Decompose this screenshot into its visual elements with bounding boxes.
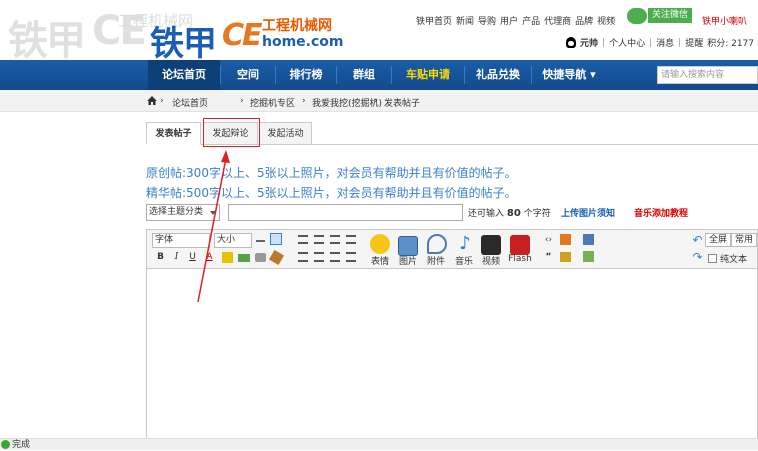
check-icon <box>1 440 10 449</box>
crumb-sep-icon: › <box>160 96 164 106</box>
emoticon-label[interactable]: 表情 <box>368 254 392 267</box>
follow-wechat-button[interactable]: 关注微信 <box>648 8 693 23</box>
quote-icon[interactable]: “ <box>542 251 555 264</box>
music-note-icon[interactable]: ♪ <box>455 234 475 254</box>
music-tutorial-link[interactable]: 音乐添加教程 <box>634 206 688 219</box>
remain-suffix: 个字符 <box>523 209 551 219</box>
top-link-home[interactable]: 铁甲首页 <box>416 14 452 27</box>
undo-icon[interactable]: ↶ <box>691 234 704 247</box>
message-link[interactable]: 消息 <box>656 36 674 49</box>
font-select-label: 字体 <box>155 235 174 245</box>
user-name[interactable]: 元帅 <box>580 36 598 49</box>
nav-forum-home[interactable]: 论坛首页 <box>148 60 220 90</box>
remind-link[interactable]: 提醒 <box>685 36 703 49</box>
video-icon[interactable] <box>481 235 501 255</box>
nav-ranking[interactable]: 排行榜 <box>276 60 336 90</box>
remain-prefix: 还可输入 <box>468 209 505 219</box>
align-right-icon[interactable] <box>330 235 340 244</box>
top-link-news[interactable]: 新闻 <box>456 14 474 27</box>
user-bar: 元帅 | 个人中心 | 消息 | 提醒 积分: 2177 <box>566 36 754 49</box>
flash-label[interactable]: Flash <box>506 254 534 264</box>
nav-sticker-apply[interactable]: 车贴申请 <box>392 60 464 90</box>
redo-icon[interactable]: ↷ <box>691 251 704 264</box>
crumb-love-excavator[interactable]: 我爱我挖(挖掘机) <box>312 96 382 109</box>
music-label[interactable]: 音乐 <box>452 254 476 267</box>
wechat-icon <box>627 8 647 24</box>
nav-gift-exchange[interactable]: 礼品兑换 <box>465 60 531 90</box>
nav-space[interactable]: 空间 <box>221 60 275 90</box>
top-link-user[interactable]: 用户 <box>500 14 518 27</box>
free-icon[interactable] <box>583 251 594 262</box>
crumb-post: 发表帖子 <box>384 99 421 109</box>
site-logo[interactable]: 铁甲 <box>150 16 217 65</box>
hide-icon[interactable] <box>560 234 571 245</box>
title-input[interactable] <box>228 204 463 221</box>
logo-cn-text: 工程机械网 <box>262 18 332 34</box>
plain-text-label[interactable]: 纯文本 <box>720 252 747 265</box>
common-button[interactable]: 常用 <box>731 233 758 247</box>
chevron-down-icon: ▾ <box>590 68 596 81</box>
ordered-list-icon[interactable] <box>330 252 340 262</box>
qq-icon <box>566 37 576 48</box>
status-bar: 完成 <box>0 438 758 450</box>
emoticon-icon[interactable] <box>370 234 390 254</box>
video-label[interactable]: 视频 <box>479 254 503 267</box>
top-link-brand[interactable]: 品牌 <box>575 14 593 27</box>
user-center-link[interactable]: 个人中心 <box>609 36 645 49</box>
logo-ce: CE <box>222 18 262 53</box>
crumb-forum-home[interactable]: 论坛首页 <box>172 96 208 109</box>
crumb-sep-icon: › <box>302 96 306 106</box>
crumb-excavator-zone[interactable]: 挖掘机专区 <box>250 96 295 109</box>
search-input[interactable]: 请输入搜索内容 <box>657 66 758 84</box>
nav-quick-label: 快捷导航 <box>542 68 587 81</box>
top-links: 铁甲首页 新闻 导购 用户 产品 代理商 品牌 视频 <box>416 14 615 27</box>
align-justify-icon[interactable] <box>346 235 356 244</box>
image-label[interactable]: 图片 <box>396 254 420 267</box>
top-bar: 铁甲 CE 工程机械网 铁甲 CE 工程机械网 home.com 铁甲首页 新闻… <box>0 0 758 64</box>
attachment-icon[interactable] <box>427 234 447 254</box>
fullscreen-button[interactable]: 全屏 <box>705 233 732 247</box>
float-left-icon[interactable] <box>298 252 308 262</box>
tab-activity[interactable]: 发起活动 <box>259 122 312 145</box>
crumb-sep-icon: › <box>240 96 244 106</box>
crumb-sep-icon: › <box>374 96 378 106</box>
hr-icon[interactable] <box>256 240 265 242</box>
float-right-icon[interactable] <box>314 252 324 262</box>
annotation-arrow <box>197 150 230 303</box>
watermark-logo: 铁甲 <box>8 18 86 64</box>
unordered-list-icon[interactable] <box>346 252 356 262</box>
nav-groups[interactable]: 群组 <box>337 60 391 90</box>
remain-counter: 还可输入 80 个字符 <box>468 206 551 219</box>
top-link-video[interactable]: 视频 <box>597 14 615 27</box>
align-left-icon[interactable] <box>298 235 308 244</box>
points-text: 积分: 2177 <box>707 39 755 49</box>
image-icon[interactable] <box>398 236 418 256</box>
upload-notice-link[interactable]: 上传图片须知 <box>561 206 615 219</box>
bold-button[interactable]: B <box>154 251 167 264</box>
remain-count: 80 <box>506 208 521 219</box>
attachment-label[interactable]: 附件 <box>424 254 448 267</box>
home-icon[interactable] <box>147 96 157 105</box>
top-link-product[interactable]: 产品 <box>522 14 540 27</box>
italic-button[interactable]: I <box>170 251 183 264</box>
top-user-link[interactable]: 铁甲小喇叭 <box>702 14 747 27</box>
logo-url-text: home.com <box>262 34 344 50</box>
table-icon[interactable] <box>270 233 282 245</box>
nav-quick-menu[interactable]: 快捷导航 ▾ <box>532 60 606 90</box>
top-link-agent[interactable]: 代理商 <box>544 14 571 27</box>
align-center-icon[interactable] <box>314 235 324 244</box>
page-icon[interactable] <box>583 234 594 245</box>
top-link-guide[interactable]: 导购 <box>478 14 496 27</box>
unlink-icon[interactable] <box>255 253 266 262</box>
tab-post[interactable]: 发表帖子 <box>146 122 201 145</box>
flash-icon[interactable] <box>510 235 530 255</box>
annotation-highlight-box <box>203 118 260 147</box>
code-icon[interactable]: ‹› <box>542 234 555 247</box>
main-nav: 论坛首页 空间 排行榜 群组 车贴申请 礼品兑换 快捷导航 ▾ <box>0 60 758 90</box>
lock-icon[interactable] <box>560 252 571 262</box>
plain-text-checkbox[interactable] <box>708 254 717 263</box>
